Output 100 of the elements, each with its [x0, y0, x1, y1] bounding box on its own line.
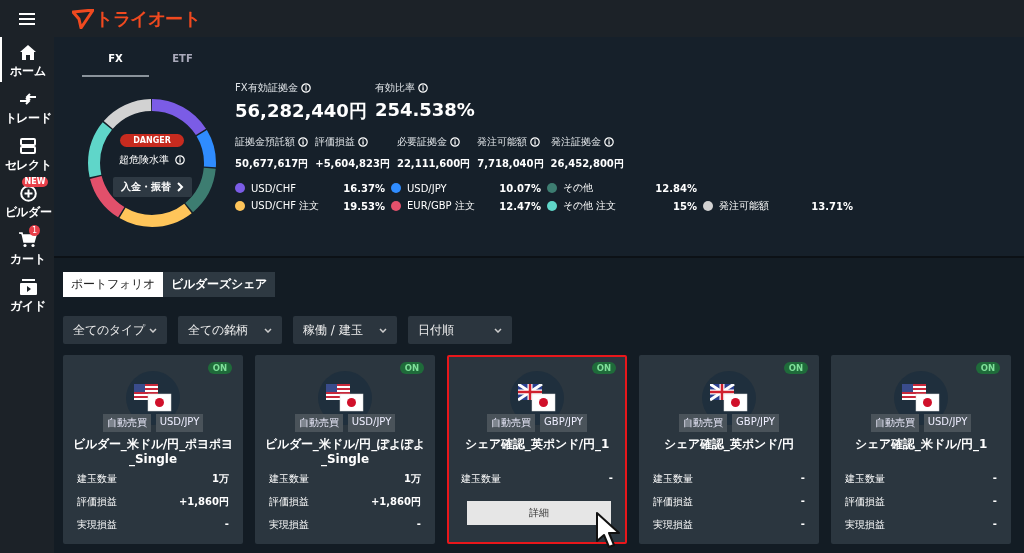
legend-percent: 16.37%	[342, 182, 385, 194]
stat-label: 評価損益	[269, 495, 309, 509]
legend-label: USD/CHF 注文	[251, 199, 321, 213]
currency-flags-icon	[902, 384, 940, 412]
strategy-card[interactable]: ON 自動売買 GBP/JPY シェア確認_英ポンド/円 建玉数量 - 評価損益 - 実現損益 -	[639, 355, 819, 544]
arrows-icon	[19, 92, 37, 106]
stat-label: 建玉数量	[845, 472, 885, 486]
info-icon	[298, 137, 308, 147]
stat-value: -	[608, 472, 613, 485]
metric-label: 有効比率	[374, 81, 415, 95]
stat-label: 評価損益	[653, 495, 693, 509]
metric-label: 評価損益	[315, 135, 356, 149]
type-tag: 自動売買	[102, 414, 151, 432]
status-pill: ON	[591, 362, 616, 374]
info-icon	[449, 137, 460, 147]
chevron-down-icon	[494, 327, 502, 333]
chevron-icon	[176, 181, 184, 192]
status-pill: ON	[207, 362, 232, 374]
currency-flags-icon	[134, 384, 172, 412]
metric-label: 証拠金預託額	[235, 135, 295, 149]
strategy-card[interactable]: ON 自動売買 USD/JPY ビルダー_米ドル/円_ポヨポヨ_Single 建玉数量 1万 評価損益 +1,860円 実現損益 -	[63, 355, 243, 544]
nav-item[interactable]: 1 カート	[0, 225, 54, 270]
stat-value: -	[992, 518, 997, 531]
metric-label: 発注証拠金	[550, 135, 601, 149]
stat-label: 建玉数量	[461, 472, 501, 486]
home-icon	[20, 44, 36, 60]
pair-tag: USD/JPY	[347, 414, 396, 432]
stat-value: -	[800, 472, 805, 485]
nav-item[interactable]: ガイド	[0, 272, 54, 317]
info-icon	[417, 83, 428, 93]
stat-value: -	[800, 518, 805, 531]
filter-dropdown[interactable]: 全ての銘柄	[178, 316, 282, 344]
legend-label: その他	[563, 181, 594, 195]
logo-icon	[72, 8, 94, 29]
metric-label: 必要証拠金	[396, 135, 447, 149]
metric-value: 50,677,617円	[235, 157, 309, 171]
type-tag: 自動売買	[294, 414, 343, 432]
stat-label: 評価損益	[77, 495, 117, 509]
plus-circle-icon	[19, 184, 37, 202]
status-pill: ON	[975, 362, 1000, 374]
new-badge: NEW	[21, 177, 49, 187]
stat-value: -	[800, 495, 805, 508]
legend-percent: 10.07%	[498, 182, 541, 194]
pair-tag: GBP/JPY	[540, 414, 587, 432]
legend-label: その他 注文	[563, 199, 618, 213]
metric-value: 22,111,600円	[396, 157, 471, 171]
metric-value: 7,718,040円	[477, 157, 544, 171]
chevron-down-icon	[264, 327, 272, 333]
metric-value: 56,282,440円	[235, 99, 367, 123]
asset-tab[interactable]: FX	[82, 37, 149, 77]
video-icon	[19, 279, 37, 295]
stacked-boxes-icon	[20, 138, 36, 154]
deposit-button[interactable]: 入金・振替	[112, 176, 192, 197]
nav-item[interactable]: セレクト	[0, 131, 54, 176]
type-tag: 自動売買	[679, 414, 728, 432]
stat-value: -	[224, 518, 229, 531]
stat-label: 実現損益	[845, 518, 885, 532]
filter-dropdown[interactable]: 稼働 / 建玉	[293, 316, 397, 344]
pair-tag: USD/JPY	[923, 414, 972, 432]
type-tag: 自動売買	[487, 414, 536, 432]
nav-item[interactable]: トレード	[0, 84, 54, 129]
metric-value: +5,604,823円	[315, 157, 390, 171]
info-icon	[603, 137, 614, 147]
currency-flags-icon	[710, 384, 748, 412]
strategy-card[interactable]: ON 自動売買 USD/JPY ビルダー_米ドル/円_ぽよぽよ_Single 建玉数量 1万 評価損益 +1,860円 実現損益 -	[255, 355, 435, 544]
legend-label: USD/CHF	[251, 182, 297, 194]
chevron-down-icon	[149, 327, 157, 333]
view-tab[interactable]: ビルダーズシェア	[163, 272, 275, 297]
stat-label: 建玉数量	[269, 472, 309, 486]
legend-label: EUR/GBP 注文	[407, 199, 476, 213]
card-title: ビルダー_米ドル/円_ポヨポヨ_Single	[71, 437, 235, 468]
cart-icon	[19, 232, 37, 248]
pair-tag: USD/JPY	[155, 414, 204, 432]
logo-text: トライオート	[95, 6, 200, 31]
legend-percent: 13.71%	[810, 200, 853, 212]
info-icon	[530, 137, 541, 147]
stat-label: 評価損益	[845, 495, 885, 509]
filter-dropdown[interactable]: 全てのタイプ	[63, 316, 167, 344]
asset-tab[interactable]: ETF	[149, 37, 216, 77]
currency-flags-icon	[518, 384, 556, 412]
stat-value: 1万	[404, 472, 421, 486]
stat-value: +1,860円	[371, 495, 421, 509]
detail-button[interactable]: 詳細	[467, 501, 611, 525]
view-tab[interactable]: ポートフォリオ	[63, 272, 163, 297]
stat-value: +1,860円	[179, 495, 229, 509]
metric-label: 発注可能額	[477, 135, 528, 149]
metric-label: FX有効証拠金	[235, 81, 298, 95]
legend-percent: 12.47%	[498, 200, 541, 212]
card-title: ビルダー_米ドル/円_ぽよぽよ_Single	[263, 437, 427, 468]
status-pill: ON	[783, 362, 808, 374]
danger-badge: DANGER	[120, 133, 184, 147]
stat-value: -	[992, 472, 997, 485]
stat-label: 建玉数量	[653, 472, 693, 486]
info-icon	[175, 154, 185, 165]
metric-value: 254.538%	[374, 99, 475, 120]
card-title: シェア確認_英ポンド/円_1	[463, 437, 611, 454]
strategy-card[interactable]: ON 自動売買 USD/JPY シェア確認_米ドル/円_1 建玉数量 - 評価損益 - 実現損益 -	[831, 355, 1011, 544]
nav-item[interactable]: NEW ビルダー	[0, 178, 54, 223]
count-badge: 1	[29, 225, 40, 236]
filter-dropdown[interactable]: 日付順	[408, 316, 512, 344]
